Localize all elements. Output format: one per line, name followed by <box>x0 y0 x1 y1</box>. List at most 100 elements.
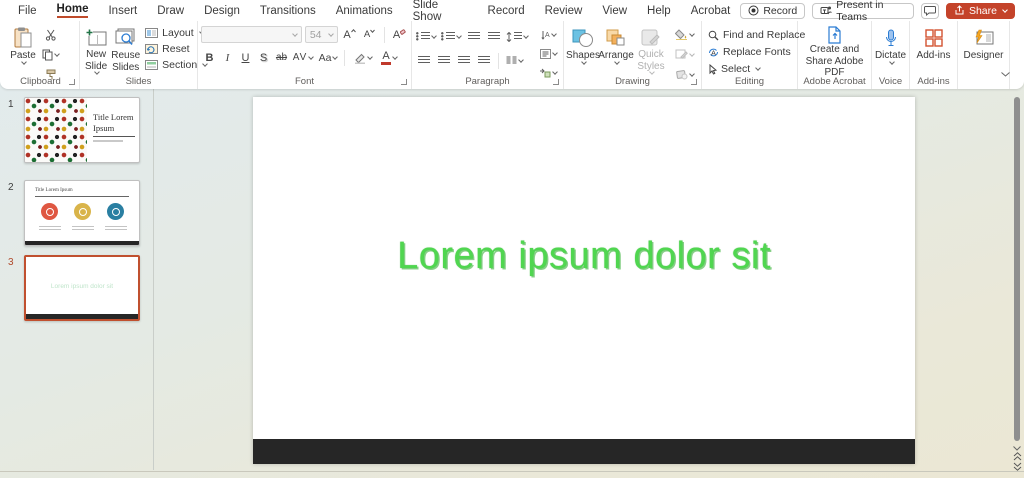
paragraph-group-label: Paragraph <box>465 76 510 87</box>
collapse-ribbon-button[interactable] <box>997 66 1014 83</box>
copy-icon <box>42 49 53 60</box>
drawing-group: Shapes Arrange Quick Styles Drawing <box>564 21 702 89</box>
text-shadow-button[interactable]: S <box>255 49 272 66</box>
previous-slide-button[interactable] <box>1012 452 1022 461</box>
slide-canvas[interactable]: Lorem ipsum dolor sit <box>253 97 915 464</box>
drawing-dialog-launcher[interactable] <box>691 79 697 85</box>
voice-group-label: Voice <box>878 76 903 87</box>
paragraph-dialog-launcher[interactable] <box>553 79 559 85</box>
menu-record[interactable]: Record <box>478 0 535 21</box>
justify-button[interactable] <box>475 52 492 69</box>
replace-fonts-button[interactable]: A Replace Fonts <box>705 45 808 59</box>
menu-acrobat[interactable]: Acrobat <box>681 0 741 21</box>
increase-font-size-button[interactable]: A <box>341 26 358 43</box>
present-in-teams-button[interactable]: Present in Teams <box>812 0 915 23</box>
paste-button[interactable]: Paste <box>5 24 41 74</box>
align-text-button[interactable] <box>535 45 561 62</box>
font-dialog-launcher[interactable] <box>401 79 407 85</box>
shapes-button[interactable]: Shapes <box>566 24 600 74</box>
menu-transitions[interactable]: Transitions <box>250 0 326 21</box>
underline-button[interactable]: U <box>237 49 254 66</box>
menu-home[interactable]: Home <box>47 0 99 21</box>
cursor-icon <box>709 63 717 75</box>
clipboard-dialog-launcher[interactable] <box>69 79 75 85</box>
menu-help[interactable]: Help <box>637 0 681 21</box>
highlight-pen-icon <box>354 53 365 64</box>
dictate-button[interactable]: Dictate <box>875 24 906 74</box>
find-and-replace-button[interactable]: Find and Replace <box>705 28 808 42</box>
shape-outline-button[interactable] <box>671 46 697 63</box>
share-button[interactable]: Share <box>945 2 1015 19</box>
copy-button[interactable] <box>41 46 60 63</box>
cut-button[interactable] <box>41 26 60 43</box>
next-slide-button[interactable] <box>1012 462 1022 471</box>
add-ins-group-label: Add-ins <box>917 76 950 87</box>
menu-review[interactable]: Review <box>535 0 593 21</box>
select-button[interactable]: Select <box>705 62 808 76</box>
slide-3-thumbnail[interactable]: Lorem ipsum dolor sit <box>24 255 140 321</box>
text-direction-button[interactable]: A <box>535 26 561 43</box>
comments-button[interactable] <box>921 2 939 19</box>
align-right-button[interactable] <box>455 52 472 69</box>
increase-indent-button[interactable] <box>485 28 502 45</box>
decrease-indent-button[interactable] <box>465 28 482 45</box>
change-case-button[interactable]: Aa <box>316 49 340 66</box>
menu-slide-show[interactable]: Slide Show <box>403 0 478 23</box>
menu-file[interactable]: File <box>8 0 47 21</box>
paste-icon <box>14 26 33 50</box>
clipboard-group: Paste Clipboard <box>2 21 80 89</box>
editing-group-label: Editing <box>734 76 765 87</box>
dots-image <box>25 98 87 162</box>
clear-formatting-button[interactable]: A <box>391 26 408 43</box>
shapes-icon <box>572 26 594 50</box>
bold-button[interactable]: B <box>201 49 218 66</box>
shape-fill-button[interactable] <box>671 26 697 43</box>
slide-1-thumbnail[interactable]: Title Lorem Ipsum <box>24 97 140 163</box>
italic-button[interactable]: I <box>219 49 236 66</box>
add-ins-button[interactable]: Add-ins <box>913 24 954 74</box>
create-and-share-adobe-pdf-button[interactable]: Create and Share Adobe PDF <box>801 24 868 78</box>
slide-3-number: 3 <box>8 257 14 268</box>
font-size-combo[interactable]: 54 <box>304 26 339 43</box>
paragraph-group: A Paragraph <box>412 21 564 89</box>
numbering-button[interactable] <box>440 28 462 45</box>
vertical-scrollbar[interactable] <box>1014 97 1020 441</box>
slide-2-title: Title Lorem Ipsum <box>35 188 73 193</box>
comment-icon <box>924 5 936 16</box>
eraser-icon <box>400 29 406 35</box>
ribbon-spacer <box>1001 21 1022 89</box>
line-spacing-button[interactable] <box>505 28 529 45</box>
columns-button[interactable] <box>505 52 524 69</box>
menu-design[interactable]: Design <box>194 0 250 21</box>
font-group-label: Font <box>294 76 314 87</box>
double-chevron-up-icon <box>1013 452 1021 461</box>
svg-text:A: A <box>545 32 550 39</box>
slide-2-thumbnail[interactable]: Title Lorem Ipsum <box>24 180 140 246</box>
new-slide-button[interactable]: New Slide <box>83 24 109 75</box>
record-button[interactable]: Record <box>740 2 806 19</box>
menu-insert[interactable]: Insert <box>98 0 147 21</box>
decrease-font-size-button[interactable]: A <box>361 26 378 43</box>
menu-animations[interactable]: Animations <box>326 0 403 21</box>
quick-styles-button[interactable]: Quick Styles <box>633 24 669 75</box>
align-center-button[interactable] <box>435 52 452 69</box>
reuse-slides-button[interactable]: Reuse Slides <box>109 24 142 74</box>
character-spacing-button[interactable]: AV <box>291 49 315 66</box>
menu-draw[interactable]: Draw <box>147 0 194 21</box>
status-bar <box>0 471 1024 478</box>
ribbon-home-tab: Paste Clipboard New Slide Reuse Slides L… <box>0 21 1024 89</box>
arrange-icon <box>606 26 626 50</box>
panel-divider[interactable] <box>153 89 154 470</box>
font-color-button[interactable]: A <box>376 49 402 66</box>
font-name-combo[interactable] <box>201 26 302 43</box>
editing-group: Find and Replace A Replace Fonts Select … <box>702 21 805 89</box>
bullets-button[interactable] <box>415 28 437 45</box>
text-highlight-button[interactable] <box>349 49 375 66</box>
record-icon <box>748 5 759 16</box>
slide-text[interactable]: Lorem ipsum dolor sit <box>253 235 915 278</box>
menu-view[interactable]: View <box>592 0 637 21</box>
align-left-button[interactable] <box>415 52 432 69</box>
titlebar-actions: Record Present in Teams Share <box>740 0 1024 23</box>
arrange-button[interactable]: Arrange <box>598 24 634 74</box>
strikethrough-button[interactable]: ab <box>273 49 290 66</box>
